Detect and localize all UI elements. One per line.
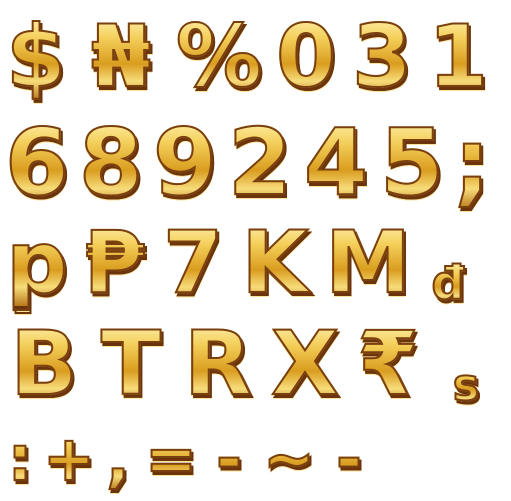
glyph-rupee-sign: ₹	[348, 319, 428, 409]
glyph-letter-x: X	[262, 319, 348, 409]
glyph-naira-sign: ₦	[72, 13, 170, 101]
glyph-digit-four: 4	[298, 116, 374, 210]
glyph-digit-two: 2	[222, 116, 298, 210]
gold-glyph-sheet: $ ₦ % 0 3 1 6 8 9 2 4 5 ; p ₱ 7 K M đ B …	[0, 0, 511, 501]
glyph-letter-t: T	[88, 319, 174, 409]
glyph-row-5: : + , = - ~ -	[0, 420, 511, 491]
glyph-equals-sign: =	[138, 427, 204, 491]
glyph-row-2: 6 8 9 2 4 5 ;	[0, 113, 511, 210]
glyph-dollar-sign: $	[0, 13, 72, 101]
glyph-digit-one: 1	[420, 13, 496, 101]
glyph-semicolon: ;	[450, 116, 494, 210]
glyph-minus-sign: -	[324, 427, 374, 491]
glyph-digit-zero: 0	[268, 13, 344, 101]
glyph-colon: :	[0, 427, 40, 491]
glyph-peso-sign: ₱	[74, 219, 154, 307]
glyph-letter-p: p	[0, 219, 74, 307]
glyph-dong-sign: đ	[418, 259, 478, 307]
glyph-letter-r: R	[174, 319, 262, 409]
glyph-digit-three: 3	[344, 13, 420, 101]
glyph-comma: ,	[98, 427, 138, 491]
glyph-row-3: p ₱ 7 K M đ	[0, 214, 511, 307]
glyph-digit-eight: 8	[74, 116, 148, 210]
glyph-row-1: $ ₦ % 0 3 1	[0, 2, 511, 101]
glyph-letter-m: M	[318, 219, 418, 307]
glyph-letter-k: K	[232, 219, 318, 307]
glyph-tilde: ~	[254, 427, 324, 491]
glyph-letter-b: B	[0, 319, 88, 409]
glyph-plus-sign: +	[40, 427, 98, 491]
glyph-row-4: B T R X ₹ s	[0, 316, 511, 409]
glyph-digit-seven: 7	[154, 219, 232, 307]
glyph-hyphen: -	[204, 427, 254, 491]
glyph-digit-six: 6	[0, 116, 74, 210]
glyph-letter-s: s	[428, 363, 504, 409]
glyph-percent-sign: %	[170, 13, 268, 101]
glyph-digit-nine: 9	[148, 116, 222, 210]
glyph-digit-five: 5	[374, 116, 450, 210]
